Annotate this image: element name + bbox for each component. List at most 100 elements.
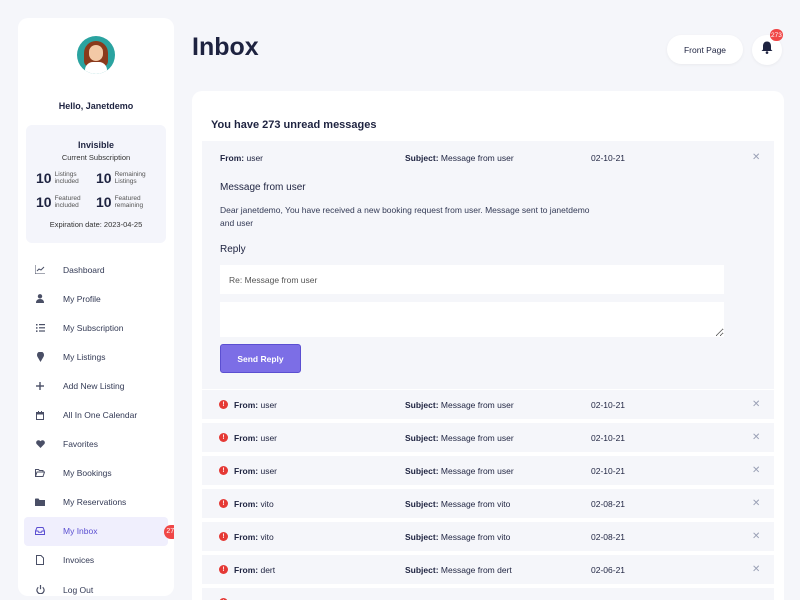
message-subject: Subject: Message from vito xyxy=(405,532,511,542)
message-title: Message from user xyxy=(220,182,306,193)
message-subject: Subject: Message from user xyxy=(405,433,514,443)
message-row[interactable]: ! From: user Subject: Message from user … xyxy=(202,390,774,419)
reply-message-textarea[interactable] xyxy=(220,302,724,337)
sidebar-item-add-new-listing[interactable]: Add New Listing xyxy=(24,371,168,400)
inbox-card: You have 273 unread messages From: user … xyxy=(192,91,784,600)
front-page-button[interactable]: Front Page xyxy=(667,35,743,64)
message-row[interactable]: ! From: vito Subject: Message from vito … xyxy=(202,489,774,518)
sidebar-item-label: Add New Listing xyxy=(63,380,125,391)
sidebar-item-label: All In One Calendar xyxy=(63,410,138,421)
chart-icon xyxy=(35,265,45,275)
calendar-icon xyxy=(35,410,45,420)
message-date: 02-10-21 xyxy=(591,153,626,163)
reply-subject-input[interactable] xyxy=(220,265,724,294)
sidebar-item-log-out[interactable]: Log Out xyxy=(24,575,168,596)
unread-alert-icon: ! xyxy=(219,499,228,508)
sidebar-item-label: Favorites xyxy=(63,439,98,450)
message-row[interactable]: ! xyxy=(202,588,774,600)
plus-icon xyxy=(35,381,45,391)
greeting: Hello, Janetdemo xyxy=(58,101,134,111)
send-reply-button[interactable]: Send Reply xyxy=(220,344,301,373)
unread-alert-icon: ! xyxy=(219,433,228,442)
stat-featured-included: 10 Featured included xyxy=(36,194,81,210)
unread-alert-icon: ! xyxy=(219,565,228,574)
message-row[interactable]: ! From: user Subject: Message from user … xyxy=(202,423,774,452)
close-icon[interactable]: ✕ xyxy=(752,564,760,575)
sidebar-item-my-listings[interactable]: My Listings xyxy=(24,342,168,371)
message-row[interactable]: ! From: vito Subject: Message from vito … xyxy=(202,522,774,551)
sidebar-item-label: Dashboard xyxy=(63,264,105,275)
sidebar-item-label: My Subscription xyxy=(63,322,124,333)
message-from: From: dert xyxy=(234,565,276,575)
list-icon xyxy=(35,323,45,333)
message-date: 02-10-21 xyxy=(591,400,626,410)
message-date: 02-10-21 xyxy=(591,433,626,443)
sidebar-item-my-inbox[interactable]: My Inbox 273 xyxy=(24,516,174,546)
sidebar-item-dashboard[interactable]: Dashboard xyxy=(24,255,168,284)
sidebar-item-label: My Reservations xyxy=(63,497,127,508)
message-from: From: vito xyxy=(234,532,274,542)
subscription-label: Current Subscription xyxy=(61,153,131,162)
message-subject[interactable]: Subject: Message from user xyxy=(405,153,514,163)
sidebar-item-label: My Bookings xyxy=(63,468,112,479)
sidebar-item-label: My Inbox xyxy=(63,526,98,537)
expanded-message: From: user Subject: Message from user 02… xyxy=(202,141,774,389)
stat-listings-included: 10 Listings included xyxy=(36,170,79,186)
close-icon[interactable]: ✕ xyxy=(752,498,760,509)
expiration-date: Expiration date: 2023-04-25 xyxy=(49,220,143,229)
stat-remaining-listings: 10 Remaining Listings xyxy=(96,170,146,186)
message-subject: Subject: Message from vito xyxy=(405,499,511,509)
message-from[interactable]: From: user xyxy=(220,153,263,163)
message-date: 02-08-21 xyxy=(591,532,626,542)
message-row[interactable]: ! From: dert Subject: Message from dert … xyxy=(202,555,774,584)
heart-icon xyxy=(35,439,45,449)
file-icon xyxy=(35,555,45,566)
reply-heading: Reply xyxy=(220,244,246,255)
close-icon[interactable]: ✕ xyxy=(752,531,760,542)
bell-icon xyxy=(761,41,773,59)
message-date: 02-06-21 xyxy=(591,565,626,575)
message-from: From: user xyxy=(234,433,278,443)
close-icon[interactable]: ✕ xyxy=(752,465,760,476)
unread-alert-icon: ! xyxy=(219,532,228,541)
stat-featured-remaining: 10 Featured remaining xyxy=(96,194,144,210)
sidebar: Hello, Janetdemo Invisible Current Subsc… xyxy=(18,18,174,596)
subscription-plan: Invisible xyxy=(77,140,114,150)
message-from: From: user xyxy=(234,466,278,476)
close-icon[interactable]: ✕ xyxy=(752,399,760,410)
folder-icon xyxy=(35,497,45,507)
power-icon xyxy=(35,585,45,595)
avatar[interactable] xyxy=(77,36,115,74)
sidebar-item-invoices[interactable]: Invoices xyxy=(24,546,168,575)
message-subject: Subject: Message from user xyxy=(405,400,514,410)
notification-badge: 273 xyxy=(770,29,783,41)
folder-open-icon xyxy=(35,468,45,478)
sidebar-item-my-subscription[interactable]: My Subscription xyxy=(24,313,168,342)
message-subject: Subject: Message from dert xyxy=(405,565,512,575)
message-subject: Subject: Message from user xyxy=(405,466,514,476)
subscription-box: Invisible Current Subscription 10 Listin… xyxy=(26,125,166,243)
sidebar-nav: Dashboard My Profile My Subscription My … xyxy=(24,255,174,596)
message-body: Dear janetdemo, You have received a new … xyxy=(220,205,590,228)
sidebar-item-label: Log Out xyxy=(63,584,94,595)
message-from: From: vito xyxy=(234,499,274,509)
inbox-count-badge: 273 xyxy=(164,524,174,539)
message-from: From: user xyxy=(234,400,278,410)
sidebar-item-my-reservations[interactable]: My Reservations xyxy=(24,488,168,517)
sidebar-item-calendar[interactable]: All In One Calendar xyxy=(24,400,168,429)
inbox-icon xyxy=(35,526,45,536)
user-icon xyxy=(35,294,45,304)
sidebar-item-my-profile[interactable]: My Profile xyxy=(24,284,168,313)
pin-icon xyxy=(35,351,45,362)
sidebar-item-label: My Listings xyxy=(63,351,106,362)
close-icon[interactable]: ✕ xyxy=(752,152,760,163)
unread-count-text: You have 273 unread messages xyxy=(211,119,377,131)
close-icon[interactable]: ✕ xyxy=(752,432,760,443)
message-row[interactable]: ! From: user Subject: Message from user … xyxy=(202,456,774,485)
message-date: 02-08-21 xyxy=(591,499,626,509)
sidebar-item-my-bookings[interactable]: My Bookings xyxy=(24,459,168,488)
sidebar-item-label: My Profile xyxy=(63,293,101,304)
sidebar-item-favorites[interactable]: Favorites xyxy=(24,430,168,459)
page-title: Inbox xyxy=(192,33,259,61)
unread-alert-icon: ! xyxy=(219,466,228,475)
